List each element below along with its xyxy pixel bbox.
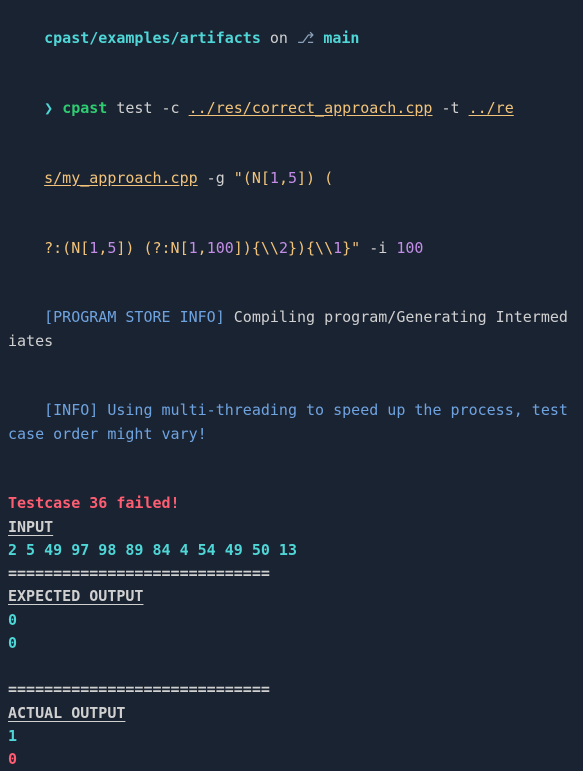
gen-3a: ?:(N[	[44, 239, 89, 257]
input-header-text: INPUT	[8, 518, 53, 536]
gen-3l: 1	[333, 239, 342, 257]
actual-output-header: ACTUAL OUTPUT	[8, 702, 575, 725]
expected-output-line-1: 0	[8, 609, 575, 632]
gen-3c: ,	[98, 239, 107, 257]
separator-2: =============================	[8, 678, 575, 701]
iter-count: 100	[396, 239, 423, 257]
on-separator: on	[261, 29, 297, 47]
gen-3b: 1	[89, 239, 98, 257]
cwd-path: cpast/examples/artifacts	[44, 29, 261, 47]
flag-g: -g	[198, 169, 234, 187]
input-header: INPUT	[8, 516, 575, 539]
program-store-tag: [PROGRAM STORE INFO]	[44, 308, 225, 326]
correct-file-path: ../res/correct_approach.cpp	[189, 99, 433, 117]
gen-3k: }){\\	[288, 239, 333, 257]
gen-3h: 100	[207, 239, 234, 257]
gen-3g: ,	[198, 239, 207, 257]
command-line-1[interactable]: ❯ cpast test -c ../res/correct_approach.…	[8, 74, 575, 144]
test-file-path-part1: ../re	[469, 99, 514, 117]
testcase-failed-headline: Testcase 36 failed!	[8, 492, 575, 515]
flag-c: -c	[162, 99, 189, 117]
test-file-path-part2: s/my_approach.cpp	[44, 169, 198, 187]
prompt-cwd-line: cpast/examples/artifacts on ⎇ main	[8, 4, 575, 74]
blank-line-2	[8, 655, 575, 678]
expected-output-header: EXPECTED OUTPUT	[8, 585, 575, 608]
log-info: [INFO] Using multi-threading to speed up…	[8, 376, 575, 469]
subcommand: test	[107, 99, 161, 117]
gen-n1: 1	[270, 169, 279, 187]
gen-s3: ]) (	[297, 169, 333, 187]
actual-output-line-2: 0	[8, 748, 575, 771]
git-branch-name: main	[323, 29, 359, 47]
flag-i: -i	[360, 239, 396, 257]
gen-s1: "(N[	[234, 169, 270, 187]
gen-3j: 2	[279, 239, 288, 257]
command-line-2[interactable]: s/my_approach.cpp -g "(N[1,5]) (	[8, 144, 575, 214]
log-program-store: [PROGRAM STORE INFO] Compiling program/G…	[8, 283, 575, 376]
actual-output-line-1: 1	[8, 725, 575, 748]
gen-3i: ]){\\	[234, 239, 279, 257]
blank-line	[8, 469, 575, 492]
actual-output-header-text: ACTUAL OUTPUT	[8, 704, 125, 722]
flag-t: -t	[432, 99, 468, 117]
gen-3e: ]) (?:N[	[116, 239, 188, 257]
command-line-3[interactable]: ?:(N[1,5]) (?:N[1,100]){\\2}){\\1}" -i 1…	[8, 213, 575, 283]
expected-output-header-text: EXPECTED OUTPUT	[8, 587, 143, 605]
info-tag: [INFO]	[44, 401, 98, 419]
git-branch-icon: ⎇	[297, 29, 323, 47]
input-data: 2 5 49 97 98 89 84 4 54 49 50 13	[8, 539, 575, 562]
gen-s2: ,	[279, 169, 288, 187]
terminal-output: cpast/examples/artifacts on ⎇ main ❯ cpa…	[8, 4, 575, 771]
executable-name: cpast	[62, 99, 107, 117]
separator-1: =============================	[8, 562, 575, 585]
prompt-symbol-icon: ❯	[44, 99, 62, 117]
expected-output-line-2: 0	[8, 632, 575, 655]
gen-3m: }"	[342, 239, 360, 257]
gen-n2: 5	[288, 169, 297, 187]
gen-3f: 1	[189, 239, 198, 257]
